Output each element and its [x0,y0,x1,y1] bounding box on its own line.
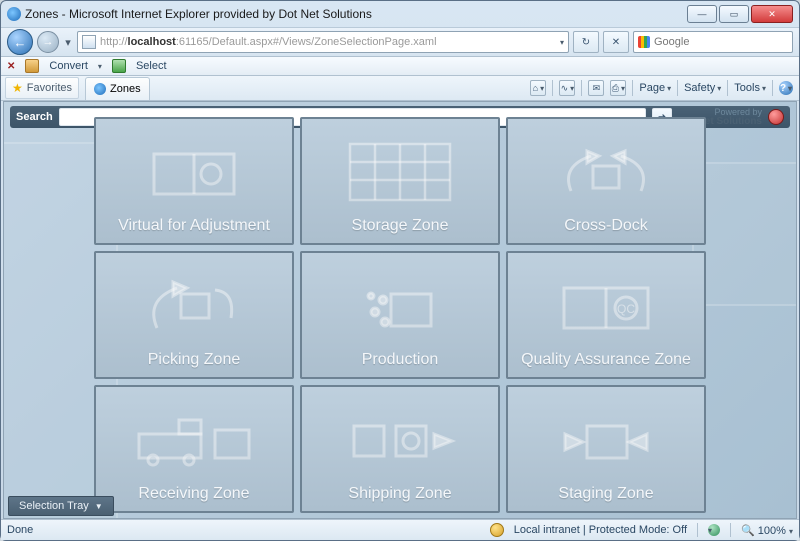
favorites-button[interactable]: ★ Favorites [5,77,79,99]
selection-tray-label: Selection Tray [19,500,89,512]
navigation-bar: ← → ▾ http://localhost:61165/Default.asp… [1,27,799,57]
tile-label: Virtual for Adjustment [118,217,270,235]
brand-logo-icon [768,109,784,125]
staging-illustration [508,397,704,481]
tile-label: Staging Zone [558,485,653,503]
tile-label: Picking Zone [148,351,241,369]
tile-picking-zone[interactable]: Picking Zone [94,251,294,379]
mail-button[interactable]: ✉ [588,80,604,96]
stop-button[interactable]: ✕ [603,31,629,53]
svg-text:QC: QC [617,302,635,316]
tab-zones[interactable]: Zones [85,77,150,100]
safety-menu[interactable]: Safety [684,82,721,94]
chevron-down-icon: ▼ [95,502,103,511]
command-bar: ⌂ ∿ ✉ ⎙ Page Safety Tools ? [530,77,793,99]
convert-toolbar: ✕ Convert ▾ Select [1,57,799,76]
tile-virtual-for-adjustment[interactable]: Virtual for Adjustment [94,117,294,245]
convert-icon [25,59,39,73]
status-bar: Done Local intranet | Protected Mode: Of… [1,519,799,540]
ie-icon [7,7,21,21]
page-content: Search ➜ Powered byDot Net Solutions Vir… [3,101,797,519]
zoom-control[interactable]: 🔍 100% [741,524,793,537]
help-button[interactable]: ? [779,81,793,95]
url-text: http://localhost:61165/Default.aspx#/Vie… [100,36,556,48]
feeds-button[interactable]: ∿ [559,80,575,96]
tile-production[interactable]: Production [300,251,500,379]
tile-storage-zone[interactable]: Storage Zone [300,117,500,245]
convert-button[interactable]: Convert [49,60,88,72]
minimize-button[interactable]: — [687,5,717,23]
history-dropdown[interactable]: ▾ [63,36,73,49]
tile-label: Production [362,351,439,369]
tab-title: Zones [110,83,141,95]
back-button[interactable]: ← [7,29,33,55]
google-icon [638,36,650,48]
tile-label: Cross-Dock [564,217,648,235]
select-button[interactable]: Select [136,60,167,72]
tab-icon [94,83,106,95]
shipping-illustration [302,397,498,481]
refresh-button[interactable]: ↻ [573,31,599,53]
tools-menu[interactable]: Tools [734,82,766,94]
browser-window: Zones - Microsoft Internet Explorer prov… [0,0,800,541]
zoom-value: 100% [758,525,786,537]
address-dropdown-icon[interactable]: ▾ [560,38,564,47]
search-label: Search [16,111,53,123]
convert-dropdown-icon[interactable]: ▾ [98,62,102,71]
adjustment-illustration [96,129,292,213]
tile-receiving-zone[interactable]: Receiving Zone [94,385,294,513]
window-title: Zones - Microsoft Internet Explorer prov… [25,7,372,21]
tile-label: Storage Zone [352,217,449,235]
internet-options-icon[interactable] [708,524,720,536]
select-icon [112,59,126,73]
page-menu[interactable]: Page [639,82,671,94]
address-bar[interactable]: http://localhost:61165/Default.aspx#/Vie… [77,31,569,53]
tile-label: Receiving Zone [138,485,249,503]
tile-label: Shipping Zone [348,485,451,503]
tile-staging-zone[interactable]: Staging Zone [506,385,706,513]
browser-search-box[interactable]: Google [633,31,793,53]
search-engine-label: Google [654,36,689,48]
production-illustration [302,263,498,347]
status-text: Done [7,524,33,536]
forward-button[interactable]: → [37,31,59,53]
crossdock-illustration [508,129,704,213]
selection-tray-button[interactable]: Selection Tray ▼ [8,496,114,516]
close-button[interactable]: ✕ [751,5,793,23]
star-icon: ★ [12,81,23,95]
security-zone-icon [490,523,504,537]
tile-quality-assurance-zone[interactable]: QC Quality Assurance Zone [506,251,706,379]
tile-cross-dock[interactable]: Cross-Dock [506,117,706,245]
storage-illustration [302,129,498,213]
tile-shipping-zone[interactable]: Shipping Zone [300,385,500,513]
receiving-illustration [96,397,292,481]
page-icon [82,35,96,49]
zone-grid: Virtual for Adjustment Storage Zone Cros… [94,117,706,513]
tile-label: Quality Assurance Zone [521,351,691,369]
titlebar: Zones - Microsoft Internet Explorer prov… [1,1,799,27]
maximize-button[interactable]: ▭ [719,5,749,23]
picking-illustration [96,263,292,347]
close-toolbar-icon[interactable]: ✕ [7,61,15,72]
home-button[interactable]: ⌂ [530,80,546,96]
print-button[interactable]: ⎙ [610,80,626,96]
security-zone-label: Local intranet | Protected Mode: Off [514,524,687,536]
qa-illustration: QC [508,263,704,347]
favorites-label: Favorites [27,82,72,94]
